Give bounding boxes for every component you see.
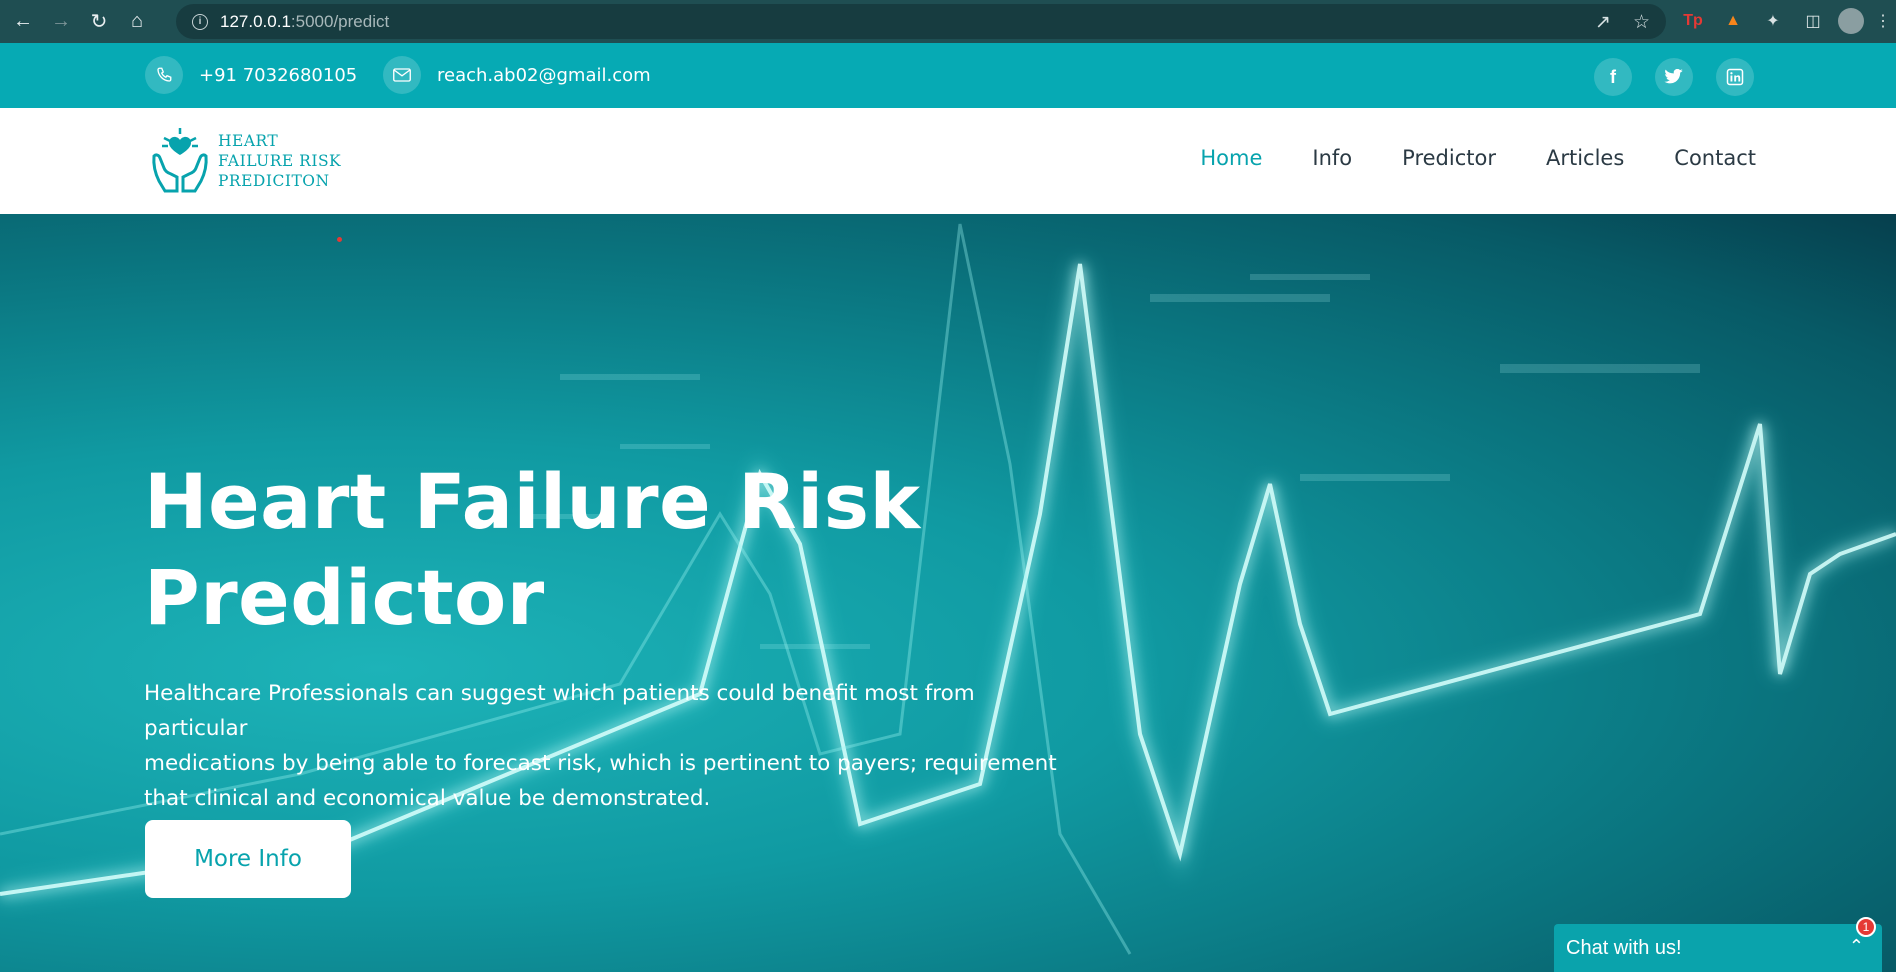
more-info-button[interactable]: More Info [145, 820, 351, 898]
browser-toolbar: ← → ↻ ⌂ i 127.0.0.1:5000/predict ↗ ☆ Tp … [0, 0, 1896, 43]
url-host: 127.0.0.1 [220, 11, 291, 31]
back-icon[interactable]: ← [8, 7, 38, 37]
facebook-icon[interactable]: f [1594, 58, 1632, 96]
hero-description-line: Healthcare Professionals can suggest whi… [144, 681, 975, 741]
menu-kebab-icon[interactable]: ⋮ [1870, 8, 1896, 34]
address-bar[interactable]: i 127.0.0.1:5000/predict ↗ ☆ [176, 4, 1666, 39]
nav-item-predictor[interactable]: Predictor [1402, 146, 1496, 170]
hero-title-line: Predictor [144, 553, 545, 642]
extensions-puzzle-icon[interactable]: ✦ [1760, 8, 1786, 34]
reload-icon[interactable]: ↻ [84, 7, 114, 37]
chevron-up-icon[interactable]: ⌃ [1849, 936, 1864, 957]
hero-title-line: Heart Failure Risk [144, 457, 921, 546]
contact-bar: +91 7032680105 reach.ab02@gmail.com f [0, 43, 1896, 108]
nav-item-home[interactable]: Home [1200, 146, 1262, 170]
extension-tp-icon[interactable]: Tp [1680, 8, 1706, 34]
side-panel-icon[interactable]: ◫ [1800, 8, 1826, 34]
profile-avatar[interactable] [1838, 8, 1864, 34]
logo-line: FAILURE RISK [218, 152, 342, 170]
hero-title: Heart Failure Risk Predictor [144, 454, 944, 646]
chat-notification-badge: 1 [1856, 917, 1876, 937]
site-logo[interactable]: HEART FAILURE RISK PREDICITON [146, 126, 341, 196]
nav-item-contact[interactable]: Contact [1674, 146, 1756, 170]
url-path: :5000/predict [290, 11, 390, 31]
email-address: reach.ab02@gmail.com [437, 64, 651, 86]
site-header: HEART FAILURE RISK PREDICITON Home Info … [0, 108, 1896, 214]
chat-widget[interactable]: Chat with us! ⌃ [1554, 924, 1882, 972]
main-nav: Home Info Predictor Articles Contact [1200, 146, 1756, 170]
email-icon [383, 56, 421, 94]
phone-icon [145, 56, 183, 94]
hero-section: Heart Failure Risk Predictor Healthcare … [0, 214, 1896, 972]
nav-item-articles[interactable]: Articles [1546, 146, 1624, 170]
hero-description-line: that clinical and economical value be de… [144, 786, 711, 811]
nav-item-info[interactable]: Info [1312, 146, 1352, 170]
forward-icon[interactable]: → [46, 7, 76, 37]
red-dot [337, 237, 342, 242]
hero-description-line: medications by being able to forecast ri… [144, 751, 1057, 776]
home-icon[interactable]: ⌂ [122, 7, 152, 37]
extension-fox-icon[interactable]: ▲ [1720, 8, 1746, 34]
logo-line: PREDICITON [218, 172, 330, 190]
hero-description: Healthcare Professionals can suggest whi… [144, 676, 1084, 816]
phone-number: +91 7032680105 [199, 64, 358, 86]
linkedin-icon[interactable] [1716, 58, 1754, 96]
share-icon[interactable]: ↗ [1595, 11, 1611, 34]
heart-hands-logo-icon [146, 126, 216, 196]
bookmark-star-icon[interactable]: ☆ [1633, 11, 1650, 34]
twitter-icon[interactable] [1655, 58, 1693, 96]
chat-label: Chat with us! [1566, 936, 1682, 959]
logo-line: HEART [218, 132, 279, 150]
logo-text: HEART FAILURE RISK PREDICITON [218, 131, 341, 191]
site-info-icon[interactable]: i [192, 13, 208, 30]
phone-contact[interactable]: +91 7032680105 [145, 56, 357, 94]
email-contact[interactable]: reach.ab02@gmail.com [383, 56, 651, 94]
